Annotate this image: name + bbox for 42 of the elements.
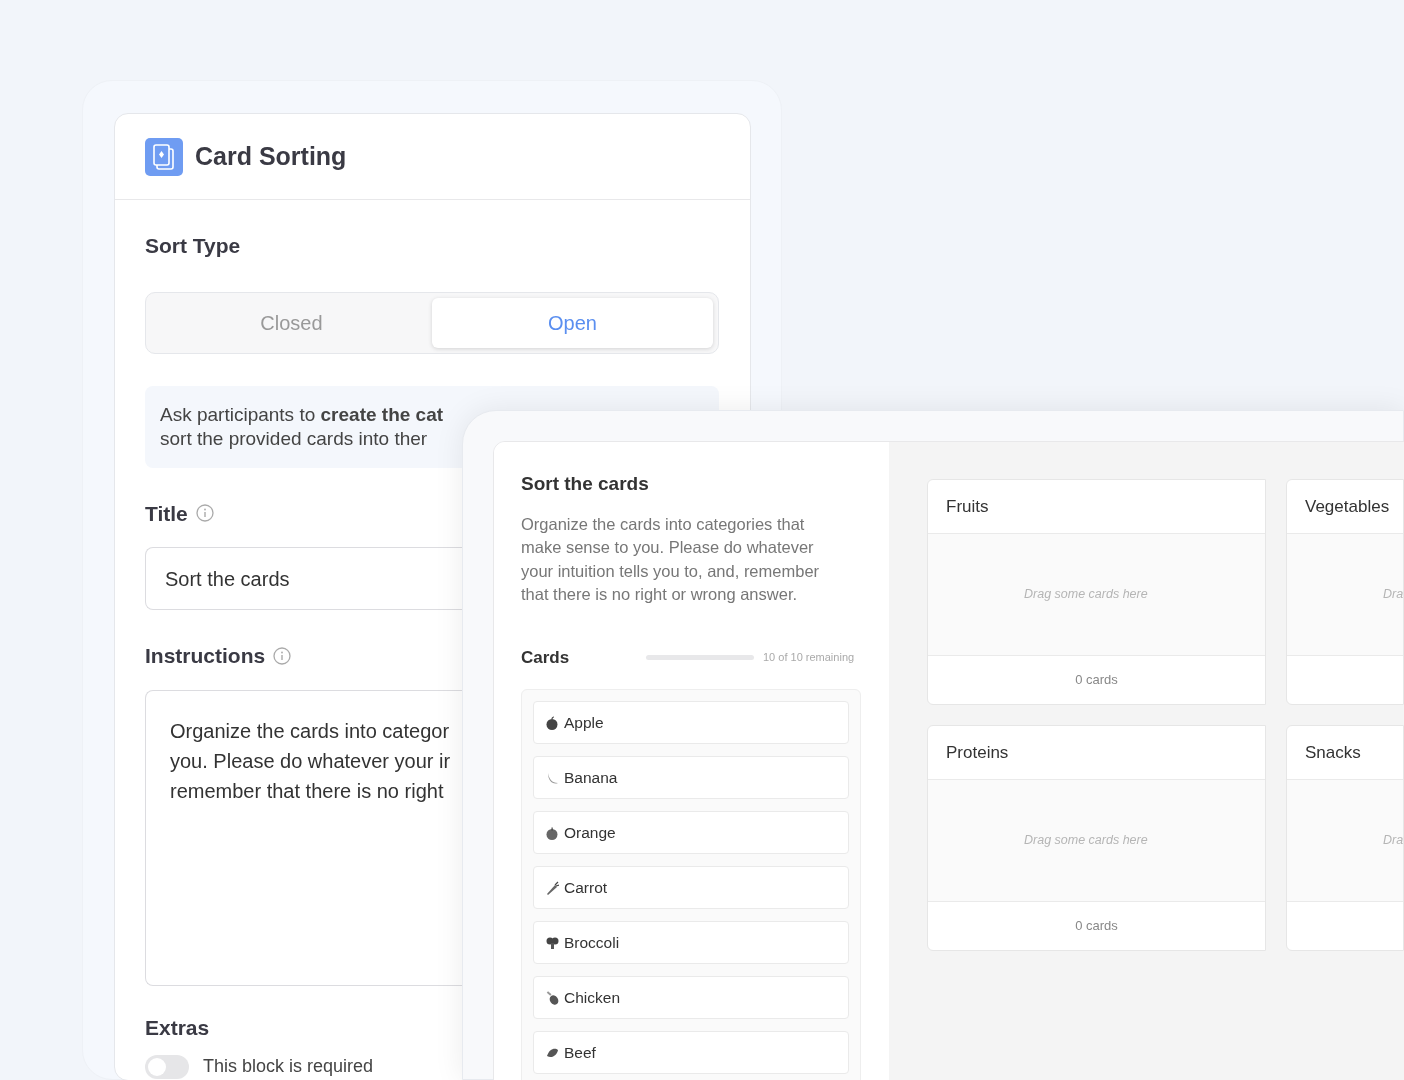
info-icon [195,504,214,523]
instructions-text: you. Please do whatever your ir [170,748,451,774]
info-text: Ask participants to create the cat [160,402,444,427]
cards-icon [145,137,183,176]
category-title: Snacks [1305,741,1361,764]
title-input[interactable]: Sort the cards [145,547,462,610]
info-icon [273,646,292,665]
card-item[interactable]: Orange [533,811,849,854]
drop-hint: Dra [1383,586,1403,604]
cards-label: Cards [521,646,571,669]
field-label: Title [145,500,188,527]
food-icon [545,880,559,895]
card-count: 0 cards [1075,917,1118,936]
food-icon [545,715,559,730]
card-count: 0 cards [1075,671,1118,690]
info-text: sort the provided cards into ther [160,426,428,451]
drop-hint: Drag some cards here [1024,832,1148,850]
food-icon [545,935,559,950]
progress-text: 10 of 10 remaining [763,650,855,665]
instructions-text: Organize the cards into categor [170,718,450,744]
card-item[interactable]: Broccoli [533,921,849,964]
drop-hint: Drag some cards here [1024,586,1148,604]
toggle-switch[interactable] [145,1054,189,1079]
toggle-label: This block is required [203,1055,374,1078]
card-item[interactable]: Apple [533,701,849,744]
section-label: Sort Type [145,233,241,259]
card-item[interactable]: Banana [533,756,849,799]
preview-heading: Sort the cards [521,472,650,496]
card-item[interactable]: Chicken [533,976,849,1019]
food-icon [545,825,559,840]
panel-title: Card Sorting [195,140,347,172]
section-label: Extras [145,1014,210,1041]
card-item[interactable]: Carrot [533,866,849,909]
preview-description: Organize the cards into categories that make sense to you. Please do whatever your intuition tells you to, and, remember that there is no right or wrong answer. [521,513,821,605]
card-item[interactable]: Beef [533,1031,849,1074]
category-title: Vegetables [1305,495,1390,518]
field-label: Instructions [145,643,266,669]
drop-hint: Dra [1383,832,1403,850]
category-title: Fruits [946,495,989,518]
category-title: Proteins [946,741,1009,764]
food-icon [545,990,559,1005]
instructions-text: remember that there is no right [170,778,444,804]
